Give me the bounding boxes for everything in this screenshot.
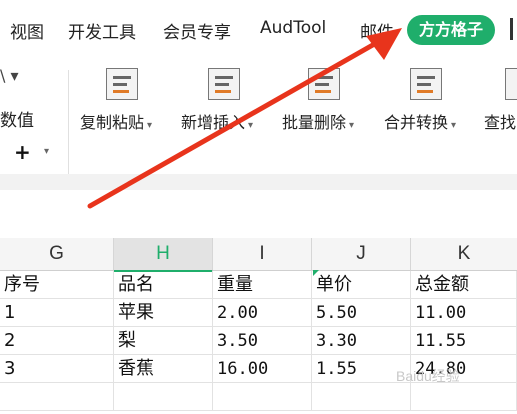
arrow-shaft	[87, 39, 381, 209]
annotation-arrow	[87, 28, 402, 209]
